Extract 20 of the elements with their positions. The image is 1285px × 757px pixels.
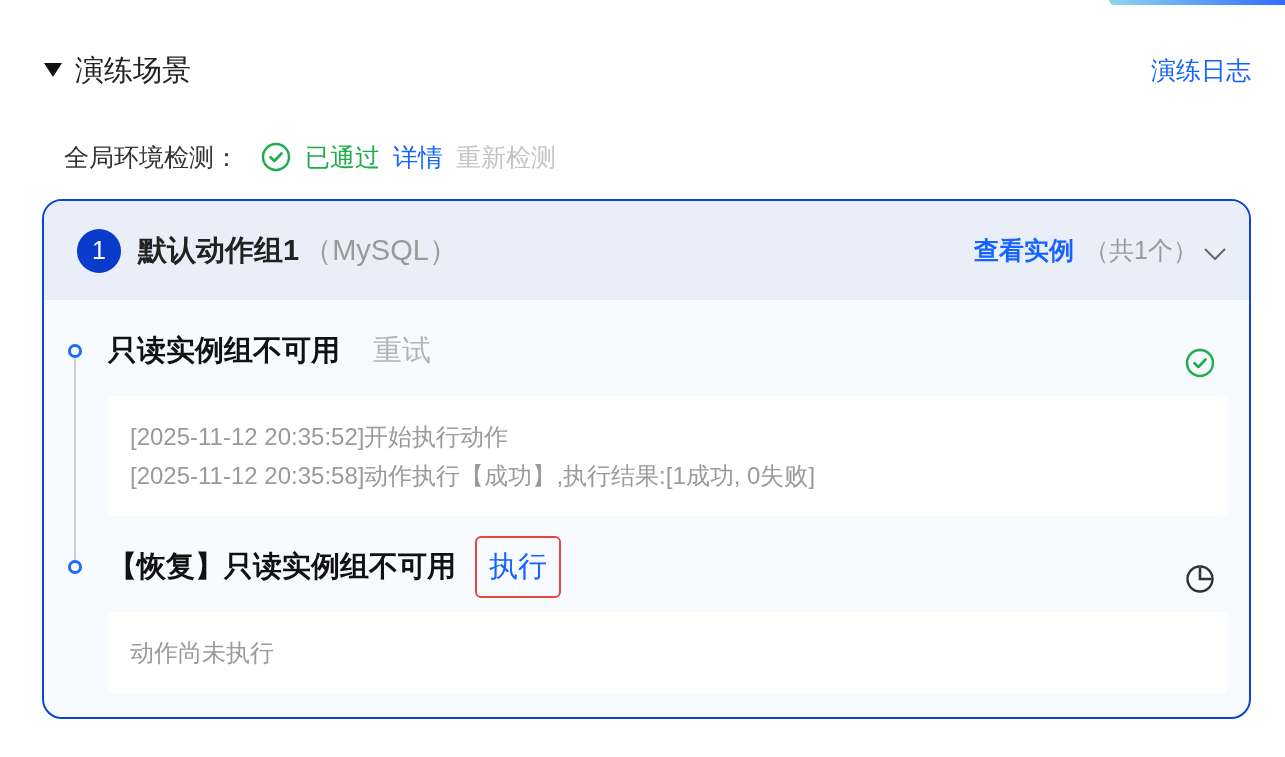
step-action-button[interactable]: 执行	[475, 536, 561, 598]
log-line: [2025-11-12 20:35:52]开始执行动作	[130, 422, 510, 452]
group-type: （MySQL）	[303, 232, 458, 268]
chevron-down-icon[interactable]	[1204, 247, 1226, 260]
instance-count: （共1个）	[1084, 235, 1198, 266]
ring-icon	[68, 344, 82, 358]
group-name: 默认动作组1	[138, 232, 300, 268]
env-check-label: 全局环境检测：	[64, 141, 239, 173]
view-instances-link[interactable]: 查看实例	[974, 234, 1075, 267]
step-number-badge: 1	[77, 228, 121, 273]
ring-icon	[68, 560, 82, 574]
details-link[interactable]: 详情	[393, 140, 443, 174]
triangle-icon[interactable]	[44, 63, 62, 77]
section-title: 演练场景	[75, 53, 191, 88]
step-title: 只读实例组不可用	[108, 333, 340, 368]
log-line: 动作尚未执行	[130, 638, 275, 668]
step-title: 【恢复】只读实例组不可用	[108, 549, 456, 584]
env-check-status: 已通过	[305, 141, 380, 173]
drill-log-link[interactable]: 演练日志	[1151, 53, 1251, 87]
log-line: [2025-11-12 20:35:58]动作执行【成功】,执行结果:[1成功, 0失败]	[130, 461, 817, 491]
